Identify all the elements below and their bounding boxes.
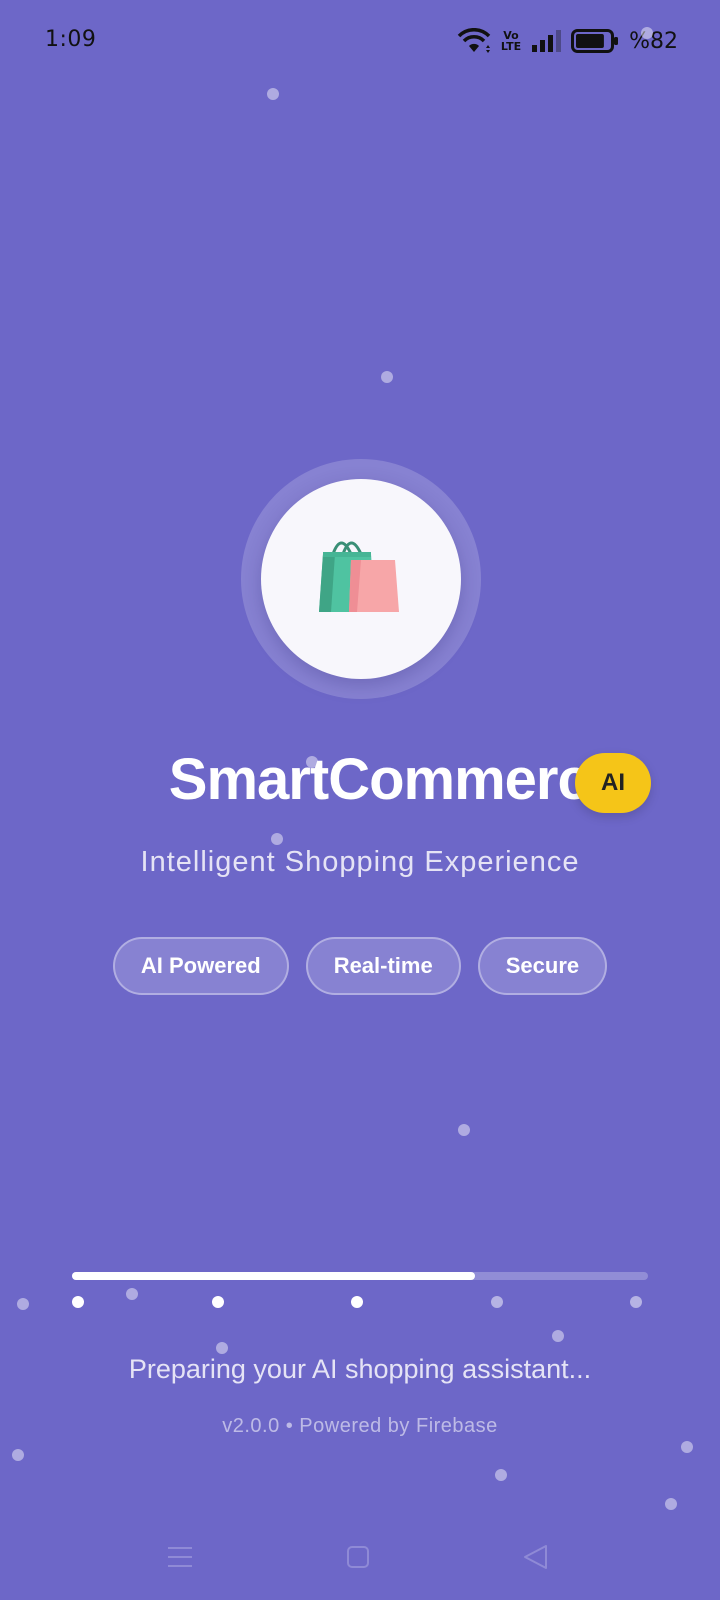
particle [458, 1124, 470, 1136]
status-time: 1:09 [45, 27, 97, 52]
loading-step-dot [490, 1296, 503, 1308]
loading-step-dot [351, 1296, 363, 1308]
battery-percent: %82 [629, 28, 678, 54]
chip-ai-powered: AI Powered [112, 937, 289, 995]
loading-step-dot [72, 1296, 84, 1308]
loading-message: Preparing your AI shopping assistant... [128, 1354, 592, 1384]
particle [641, 27, 653, 39]
feature-chips: AI Powered Real-time Secure [0, 937, 720, 995]
particle [552, 1330, 564, 1342]
loading-progress-bar [72, 1272, 648, 1280]
particle [271, 833, 283, 845]
particle [216, 1342, 228, 1354]
chip-secure: Secure [477, 937, 608, 995]
signal-icon [531, 30, 562, 52]
shopping-bags-icon [311, 524, 411, 629]
version-info: v2.0.0 • Powered by Firebase [222, 1415, 498, 1437]
volte-icon: Vo LTE [500, 29, 522, 53]
status-bar: 1:09 Vo LTE %82 [0, 0, 720, 84]
particle [495, 1469, 507, 1481]
loading-step-dot [630, 1296, 642, 1308]
particle [12, 1449, 24, 1461]
tagline: Intelligent Shopping Experience [140, 846, 580, 878]
battery-icon [571, 29, 619, 53]
system-navigation-bar [0, 1515, 720, 1600]
particle [381, 371, 393, 383]
app-logo [261, 479, 461, 679]
ai-badge: AI [575, 753, 651, 813]
particle [267, 88, 279, 100]
loading-progress-fill [72, 1272, 476, 1280]
back-triangle-icon[interactable] [515, 1537, 555, 1577]
particle [665, 1498, 677, 1510]
app-title: SmartCommerce [168, 747, 621, 812]
wifi-icon [457, 28, 491, 54]
chip-real-time: Real-time [305, 937, 461, 995]
particle [17, 1298, 29, 1310]
loading-step-dot [211, 1296, 224, 1308]
particle [126, 1288, 138, 1300]
particle [681, 1441, 693, 1453]
menu-icon[interactable] [160, 1537, 200, 1577]
home-square-icon[interactable] [338, 1537, 378, 1577]
